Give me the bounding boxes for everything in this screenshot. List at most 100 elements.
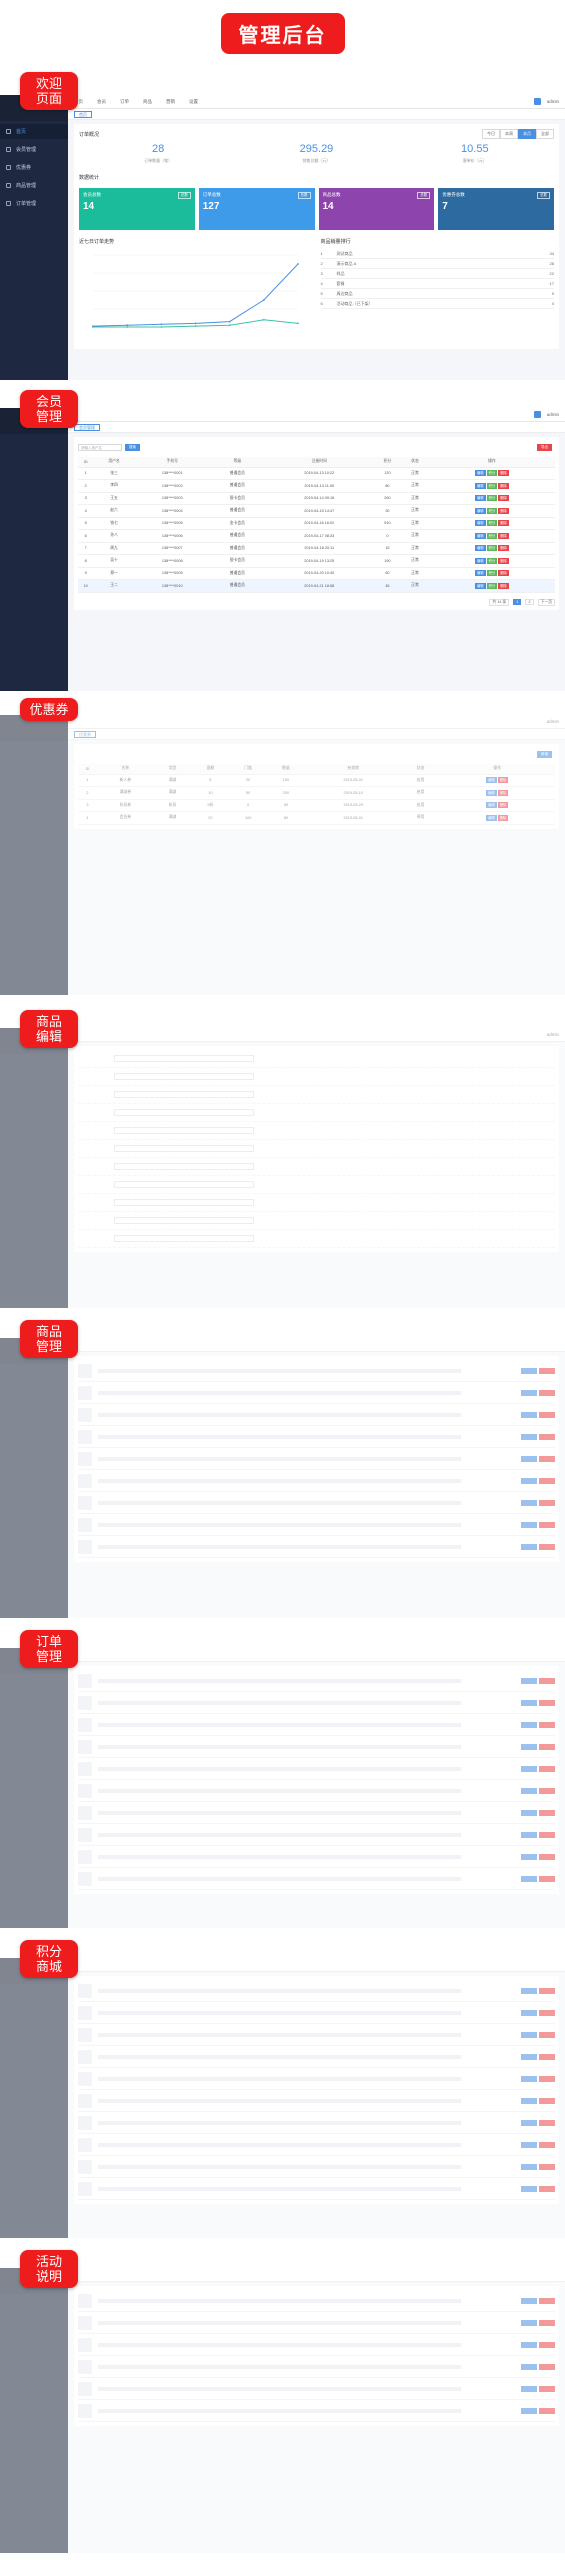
tab-home[interactable]: 首页 (74, 110, 92, 118)
sidebar-item-members[interactable]: 会员管理 (0, 142, 68, 157)
range-button[interactable]: 今日 (482, 129, 500, 139)
form-field[interactable] (114, 1235, 254, 1242)
action-button[interactable] (539, 1433, 555, 1440)
form-field[interactable] (114, 1145, 254, 1152)
action-button[interactable] (521, 2031, 537, 2038)
action-button[interactable] (521, 2341, 537, 2348)
action-button[interactable] (539, 2407, 555, 2414)
row-action-button[interactable]: 编辑 (474, 545, 486, 552)
sidebar-item-goods[interactable]: 商品管理 (0, 178, 68, 193)
notification-icon[interactable] (533, 411, 541, 418)
action-button[interactable] (521, 2075, 537, 2082)
edit-button[interactable]: 编辑 (486, 777, 497, 784)
action-button[interactable] (521, 1543, 537, 1550)
action-button[interactable] (539, 2319, 555, 2326)
user-menu[interactable]: admin (547, 99, 559, 104)
action-button[interactable] (521, 2407, 537, 2414)
action-button[interactable] (521, 1455, 537, 1462)
row-action-button[interactable]: 编辑 (474, 482, 486, 489)
action-button[interactable] (539, 2341, 555, 2348)
action-button[interactable] (521, 1721, 537, 1728)
action-button[interactable] (539, 2097, 555, 2104)
row-action-button[interactable]: 删除 (498, 557, 509, 564)
delete-button[interactable]: 删除 (497, 777, 509, 784)
delete-button[interactable]: 删除 (497, 789, 509, 796)
page-item[interactable]: 1 (513, 599, 522, 605)
action-button[interactable] (539, 2185, 555, 2192)
sidebar-item-home[interactable]: 首页 (0, 124, 68, 139)
action-button[interactable] (521, 1499, 537, 1506)
action-button[interactable] (539, 1765, 555, 1772)
user-menu[interactable]: admin (547, 412, 559, 417)
action-button[interactable] (539, 1521, 555, 1528)
action-button[interactable] (539, 1677, 555, 1684)
action-button[interactable] (539, 2297, 555, 2304)
row-action-button[interactable]: 积分 (486, 545, 498, 552)
action-button[interactable] (521, 2053, 537, 2060)
row-action-button[interactable]: 删除 (498, 470, 509, 477)
form-field[interactable] (114, 1055, 254, 1062)
topnav-item[interactable]: 会员 (97, 99, 106, 105)
action-button[interactable] (539, 1499, 555, 1506)
action-button[interactable] (521, 2009, 537, 2016)
search-input[interactable]: 请输入用户名 (78, 443, 122, 451)
edit-button[interactable]: 编辑 (486, 789, 497, 796)
form-field[interactable] (114, 1163, 254, 1170)
user-menu[interactable]: admin (547, 1032, 559, 1037)
export-button[interactable]: 导出 (537, 443, 552, 451)
action-button[interactable] (539, 2031, 555, 2038)
row-action-button[interactable]: 积分 (486, 482, 498, 489)
topnav-item[interactable]: 设置 (189, 99, 198, 105)
sidebar-item-orders[interactable]: 订单管理 (0, 196, 68, 211)
row-action-button[interactable]: 编辑 (474, 470, 486, 477)
row-action-button[interactable]: 编辑 (474, 495, 486, 502)
action-button[interactable] (539, 1875, 555, 1882)
action-button[interactable] (539, 1389, 555, 1396)
action-button[interactable] (521, 2141, 537, 2148)
tab-members[interactable]: 会员管理 (74, 423, 100, 431)
action-button[interactable] (539, 1853, 555, 1860)
form-field[interactable] (114, 1181, 254, 1188)
row-action-button[interactable]: 积分 (486, 557, 498, 564)
form-field[interactable] (114, 1199, 254, 1206)
action-button[interactable] (539, 1787, 555, 1794)
row-action-button[interactable]: 删除 (498, 582, 509, 589)
delete-button[interactable]: 删除 (497, 802, 509, 809)
form-field[interactable] (114, 1091, 254, 1098)
action-button[interactable] (521, 1477, 537, 1484)
row-action-button[interactable]: 积分 (486, 470, 498, 477)
action-button[interactable] (521, 2097, 537, 2104)
action-button[interactable] (539, 2363, 555, 2370)
action-button[interactable] (539, 1809, 555, 1816)
row-action-button[interactable]: 积分 (486, 507, 498, 514)
action-button[interactable] (539, 2119, 555, 2126)
action-button[interactable] (539, 2053, 555, 2060)
action-button[interactable] (539, 1831, 555, 1838)
action-button[interactable] (539, 2385, 555, 2392)
action-button[interactable] (521, 2185, 537, 2192)
action-button[interactable] (521, 1677, 537, 1684)
row-action-button[interactable]: 积分 (486, 520, 498, 527)
range-button[interactable]: 本周 (500, 129, 518, 139)
action-button[interactable] (539, 1987, 555, 1994)
topnav-item[interactable]: 营销 (166, 99, 175, 105)
action-button[interactable] (539, 1543, 555, 1550)
row-action-button[interactable]: 编辑 (474, 557, 486, 564)
action-button[interactable] (539, 1455, 555, 1462)
action-button[interactable] (521, 1433, 537, 1440)
action-button[interactable] (521, 1521, 537, 1528)
action-button[interactable] (521, 2385, 537, 2392)
action-button[interactable] (521, 1389, 537, 1396)
action-button[interactable] (521, 1411, 537, 1418)
action-button[interactable] (539, 1743, 555, 1750)
row-action-button[interactable]: 删除 (498, 507, 509, 514)
action-button[interactable] (521, 1853, 537, 1860)
form-field[interactable] (114, 1073, 254, 1080)
row-action-button[interactable]: 删除 (498, 520, 509, 527)
range-button[interactable]: 全部 (536, 129, 554, 139)
action-button[interactable] (521, 1787, 537, 1794)
action-button[interactable] (539, 1411, 555, 1418)
row-action-button[interactable]: 编辑 (474, 582, 486, 589)
sidebar-item-coupons[interactable]: 优惠券 (0, 160, 68, 175)
add-coupon-button[interactable]: 新增 (537, 750, 552, 758)
